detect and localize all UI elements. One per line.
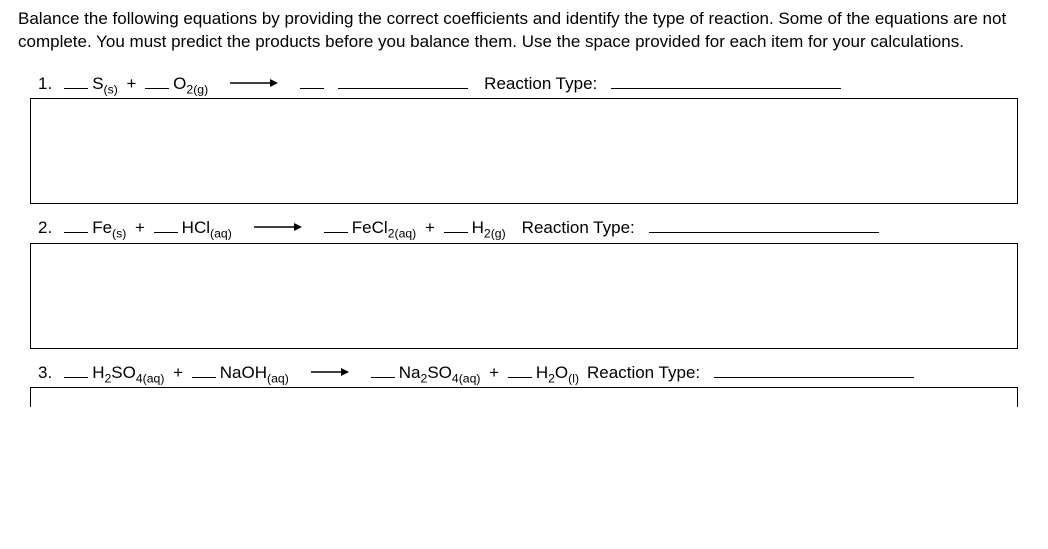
coefficient-blank[interactable] [300, 72, 324, 89]
reaction-arrow-icon [230, 77, 278, 89]
plus-sign: + [122, 74, 141, 94]
reactant-2: O2(g) [173, 74, 208, 96]
coefficient-blank[interactable] [154, 216, 178, 233]
product-1: FeCl2(aq) [352, 218, 416, 240]
reactant-2: NaOH(aq) [220, 363, 289, 385]
reaction-arrow-icon [311, 366, 349, 378]
item-number: 2. [38, 218, 52, 238]
item-number: 3. [38, 363, 52, 383]
reaction-type-label: Reaction Type: [587, 363, 700, 383]
reactant-1: Fe(s) [92, 218, 126, 240]
coefficient-blank[interactable] [192, 361, 216, 378]
item-number: 1. [38, 74, 52, 94]
reactant-1: H2SO4(aq) [92, 363, 164, 385]
reaction-arrow-icon [254, 221, 302, 233]
coefficient-blank[interactable] [508, 361, 532, 378]
reaction-type-label: Reaction Type: [484, 74, 597, 94]
reactant-2: HCl(aq) [182, 218, 232, 240]
reaction-type-blank[interactable] [714, 361, 914, 378]
product-2: H2O(l) [536, 363, 579, 385]
plus-sign: + [420, 218, 439, 238]
plus-sign: + [484, 363, 503, 383]
reaction-type-blank[interactable] [649, 216, 879, 233]
coefficient-blank[interactable] [64, 361, 88, 378]
product-2: H2(g) [472, 218, 506, 240]
coefficient-blank[interactable] [145, 72, 169, 89]
equation-row-1: 1. S(s) + O2(g) Reaction Type: [18, 72, 1030, 96]
coefficient-blank[interactable] [64, 216, 88, 233]
plus-sign: + [168, 363, 187, 383]
coefficient-blank[interactable] [324, 216, 348, 233]
equation-row-2: 2. Fe(s) + HCl(aq) FeCl2(aq) + H2(g) Rea… [18, 216, 1030, 240]
equation-row-3: 3. H2SO4(aq) + NaOH(aq) Na2SO4(aq) + H2O… [18, 361, 1030, 385]
plus-sign: + [130, 218, 149, 238]
work-area-2[interactable] [30, 243, 1018, 349]
reactant-1: S(s) [92, 74, 118, 96]
instructions-text: Balance the following equations by provi… [18, 8, 1030, 54]
work-area-1[interactable] [30, 98, 1018, 204]
coefficient-blank[interactable] [371, 361, 395, 378]
reaction-type-label: Reaction Type: [522, 218, 635, 238]
work-area-3[interactable] [30, 387, 1018, 407]
product-1: Na2SO4(aq) [399, 363, 481, 385]
reaction-type-blank[interactable] [611, 72, 841, 89]
coefficient-blank[interactable] [444, 216, 468, 233]
coefficient-blank[interactable] [64, 72, 88, 89]
product-blank[interactable] [338, 72, 468, 89]
